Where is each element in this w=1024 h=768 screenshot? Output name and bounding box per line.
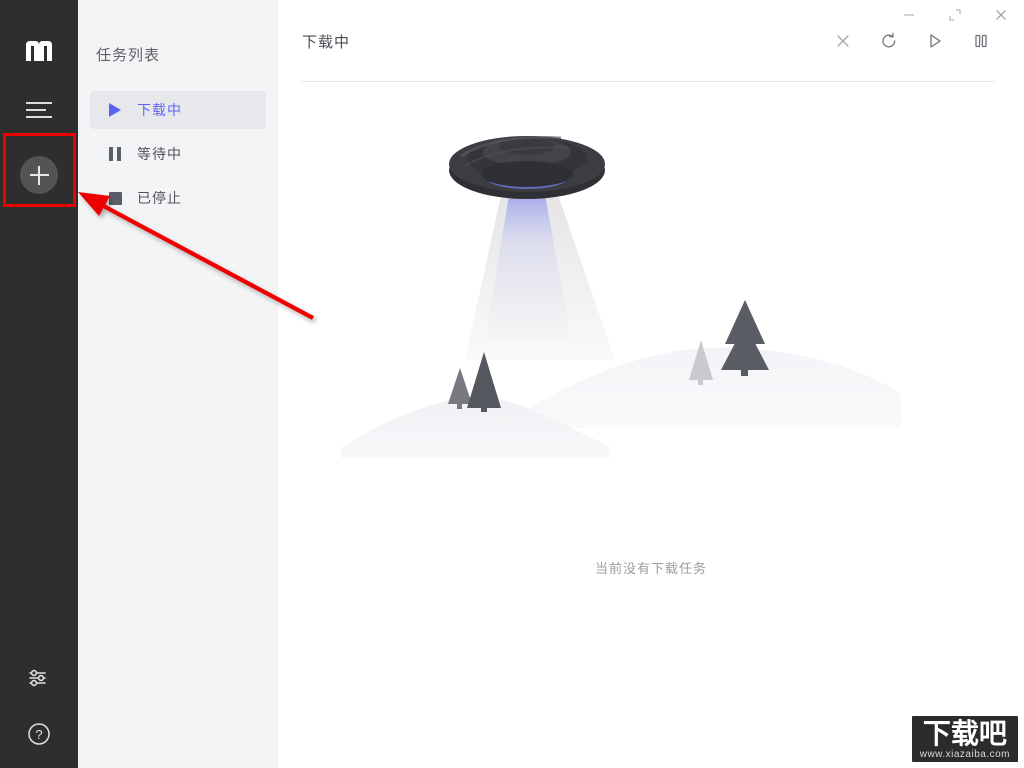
play-outline-icon [930,34,941,48]
app-window: ? 任务列表 下载中 等待中 已停止 下载中 当前没有下载任务 下载吧 www.… [0,0,1024,768]
tree-group-left [448,352,501,412]
close-x-icon [837,35,849,47]
empty-state: 当前没有下载任务 [278,82,1024,768]
sidebar-item-waiting[interactable]: 等待中 [90,135,266,173]
sliders-icon [29,669,46,687]
preferences-button[interactable] [19,658,59,698]
motrix-logo-icon [26,41,52,61]
app-logo [24,39,54,63]
play-icon [107,102,123,118]
ufo-saucer [449,136,605,199]
page-title: 下载中 [302,33,351,51]
question-circle-icon: ? [28,723,50,745]
pause-outline-icon [975,34,987,48]
sidebar-item-label: 下载中 [137,102,182,118]
pause-icon [107,146,123,162]
plus-icon [20,156,58,194]
maximize-icon [949,9,961,21]
minimize-button[interactable] [886,0,932,30]
delete-task-button[interactable] [830,28,856,54]
minimize-icon [904,14,914,16]
task-list-panel: 任务列表 下载中 等待中 已停止 [78,0,278,768]
hamburger-icon [26,102,52,118]
pause-task-button[interactable] [968,28,994,54]
rail-bottom-group: ? [0,658,78,754]
main-content-area: 下载中 当前没有下载任务 [278,0,1024,768]
sidebar-item-downloading[interactable]: 下载中 [90,91,266,129]
stop-icon [107,190,123,206]
main-toolbar [830,28,994,54]
sidebar-item-label: 等待中 [137,146,182,162]
resume-task-button[interactable] [922,28,948,54]
retry-task-button[interactable] [876,28,902,54]
maximize-button[interactable] [932,0,978,30]
ufo-abduction-illustration [341,136,901,458]
sidebar-item-stopped[interactable]: 已停止 [90,179,266,217]
help-button[interactable]: ? [19,714,59,754]
add-task-button[interactable] [19,155,59,195]
close-button[interactable] [978,0,1024,30]
task-list-title: 任务列表 [96,47,161,64]
empty-state-text: 当前没有下载任务 [594,561,707,576]
window-controls [886,0,1024,30]
sidebar-item-label: 已停止 [137,190,182,206]
close-icon [996,10,1006,20]
menu-button[interactable] [19,90,59,130]
left-navigation-rail: ? [0,0,78,768]
watermark-title: 下载吧 [922,717,1007,750]
site-watermark: 下载吧 www.xiazaiba.com [911,716,1018,762]
refresh-icon [882,32,896,48]
svg-text:?: ? [35,727,42,742]
watermark-url: www.xiazaiba.com [919,749,1010,760]
